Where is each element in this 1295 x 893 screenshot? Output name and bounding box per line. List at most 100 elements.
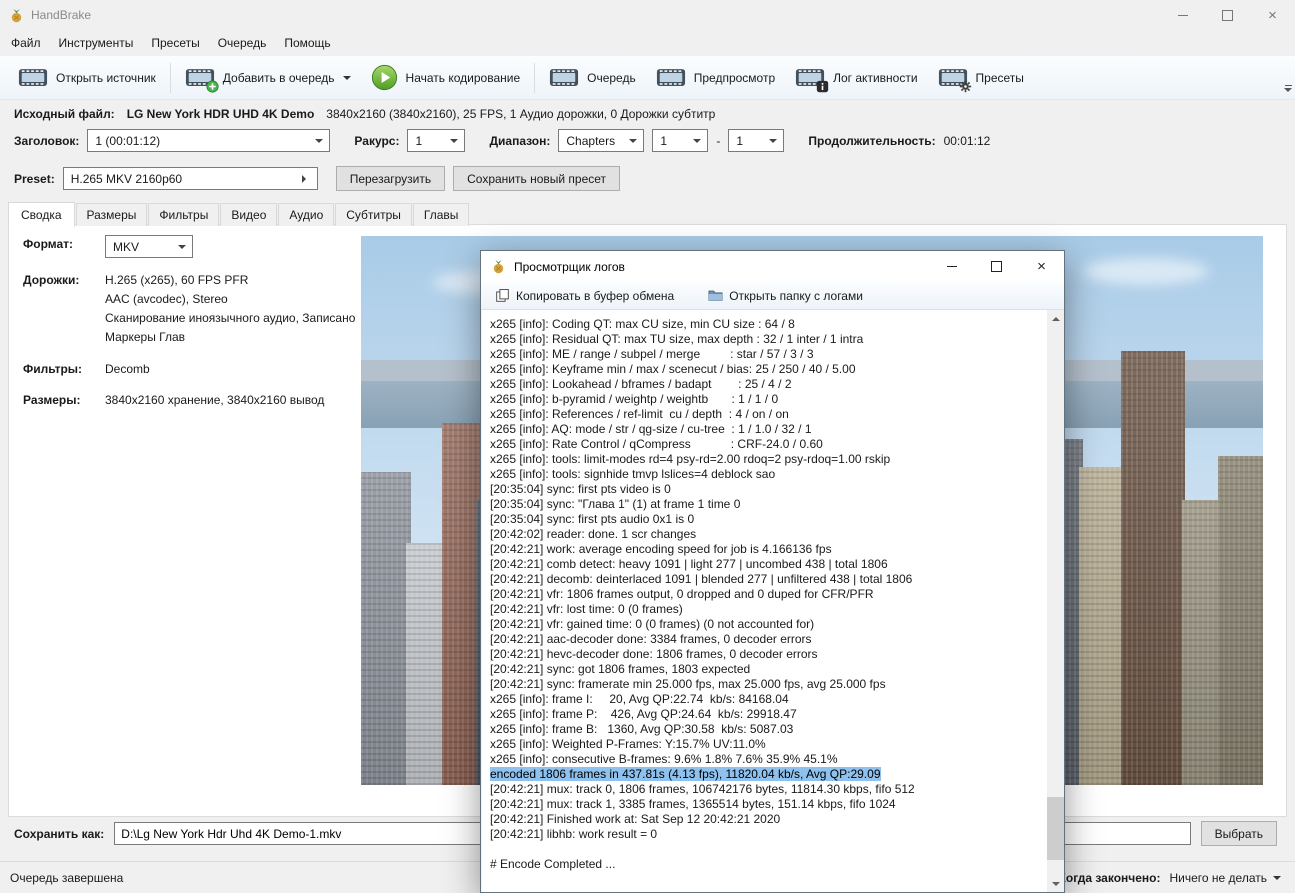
browse-button[interactable]: Выбрать <box>1201 821 1277 846</box>
chevron-right-icon <box>302 175 310 183</box>
log-line-35 <box>490 842 1042 857</box>
log-maximize-button[interactable] <box>974 251 1019 282</box>
range-to-value: 1 <box>736 134 743 148</box>
preview-button[interactable]: Предпросмотр <box>646 61 785 94</box>
range-from-select[interactable]: 1 <box>652 129 708 152</box>
log-line-27: x265 [info]: frame B: 1360, Avg QP:30.58… <box>490 722 1042 737</box>
log-line-20: [20:42:21] vfr: gained time: 0 (0 frames… <box>490 617 1042 632</box>
presets-button[interactable]: Пресеты <box>928 61 1034 94</box>
start-encode-label: Начать кодирование <box>406 71 521 85</box>
scroll-up-arrow[interactable] <box>1047 310 1064 327</box>
preview-label: Предпросмотр <box>694 71 775 85</box>
open-folder-label: Открыть папку с логами <box>729 289 863 303</box>
range-label: Диапазон: <box>489 134 550 148</box>
log-line-1: x265 [info]: Residual QT: max TU size, m… <box>490 332 1042 347</box>
chevron-down-icon <box>343 76 351 84</box>
angle-label: Ракурс: <box>354 134 399 148</box>
activity-log-button[interactable]: Лог активности <box>785 61 927 94</box>
log-line-25: x265 [info]: frame I: 20, Avg QP:22.74 k… <box>490 692 1042 707</box>
log-selected-text: encoded 1806 frames in 437.81s (4.13 fps… <box>490 767 881 781</box>
track-line-1: AAC (avcodec), Stereo <box>105 290 355 309</box>
save-as-label: Сохранить как: <box>14 827 104 841</box>
track-line-3: Маркеры Глав <box>105 328 355 347</box>
log-toolbar: Копировать в буфер обмена Открыть папку … <box>481 282 1064 310</box>
log-line-29: x265 [info]: consecutive B-frames: 9.6% … <box>490 752 1042 767</box>
chevron-down-icon <box>769 139 777 147</box>
toolbar-separator <box>534 63 535 93</box>
preset-select[interactable]: H.265 MKV 2160p60 <box>63 167 318 190</box>
dimensions-label: Размеры: <box>23 391 105 409</box>
window-title: HandBrake <box>31 8 91 22</box>
log-close-button[interactable]: × <box>1019 251 1064 282</box>
log-window-controls: × <box>929 251 1064 282</box>
log-viewer-window: Просмотрщик логов × Копировать в буфер о… <box>480 250 1065 893</box>
log-line-19: [20:42:21] vfr: lost time: 0 (0 frames) <box>490 602 1042 617</box>
log-line-31: [20:42:21] mux: track 0, 1806 frames, 10… <box>490 782 1042 797</box>
log-minimize-button[interactable] <box>929 251 974 282</box>
building <box>1218 456 1263 785</box>
log-line-5: x265 [info]: b-pyramid / weightp / weigh… <box>490 392 1042 407</box>
range-to-select[interactable]: 1 <box>728 129 784 152</box>
copy-to-clipboard-button[interactable]: Копировать в буфер обмена <box>491 286 678 305</box>
range-dash: - <box>716 134 720 148</box>
log-line-34: [20:42:21] libhb: work result = 0 <box>490 827 1042 842</box>
queue-button[interactable]: Очередь <box>539 61 646 94</box>
angle-select[interactable]: 1 <box>407 129 465 152</box>
dimensions-value: 3840x2160 хранение, 3840x2160 вывод <box>105 391 324 409</box>
reload-preset-button[interactable]: Перезагрузить <box>336 166 445 191</box>
tab-3[interactable]: Видео <box>220 203 277 226</box>
title-label: Заголовок: <box>14 134 79 148</box>
log-text[interactable]: x265 [info]: Coding QT: max CU size, min… <box>482 310 1046 892</box>
when-done-group: Когда закончено: Ничего не делать <box>1059 871 1285 885</box>
menu-item-2[interactable]: Пресеты <box>142 30 208 56</box>
tab-2[interactable]: Фильтры <box>148 203 219 226</box>
tab-0[interactable]: Сводка <box>8 202 75 227</box>
log-title-bar[interactable]: Просмотрщик логов × <box>481 251 1064 282</box>
when-done-label: Когда закончено: <box>1059 871 1161 885</box>
format-select[interactable]: MKV <box>105 235 193 258</box>
open-log-folder-button[interactable]: Открыть папку с логами <box>704 286 867 305</box>
when-done-dropdown[interactable]: Ничего не делать <box>1170 871 1282 885</box>
status-text: Очередь завершена <box>10 871 123 885</box>
building <box>442 423 480 785</box>
log-line-4: x265 [info]: Lookahead / bframes / badap… <box>490 377 1042 392</box>
track-line-2: Сканирование иноязычного аудио, Записано <box>105 309 355 328</box>
tab-4[interactable]: Аудио <box>278 203 334 226</box>
title-row: Заголовок: 1 (00:01:12) Ракурс: 1 Диапаз… <box>14 129 990 152</box>
add-to-queue-button[interactable]: Добавить в очередь <box>175 61 361 94</box>
tab-6[interactable]: Главы <box>413 203 470 226</box>
queue-label: Очередь <box>587 71 636 85</box>
range-type-select[interactable]: Chapters <box>558 129 644 152</box>
log-line-17: [20:42:21] decomb: deinterlaced 1091 | b… <box>490 572 1042 587</box>
start-encode-button[interactable]: Начать кодирование <box>361 59 531 96</box>
handbrake-logo-icon <box>9 8 24 23</box>
menu-bar: ФайлИнструментыПресетыОчередьПомощь <box>0 30 1295 56</box>
open-source-label: Открыть источник <box>56 71 156 85</box>
range-from-value: 1 <box>660 134 667 148</box>
main-toolbar: Открыть источник Добавить в очередь Нача… <box>0 56 1295 100</box>
menu-item-1[interactable]: Инструменты <box>50 30 143 56</box>
format-select-value: MKV <box>113 238 139 256</box>
tab-5[interactable]: Субтитры <box>335 203 412 226</box>
scroll-down-arrow[interactable] <box>1047 875 1064 892</box>
log-line-10: x265 [info]: tools: signhide tmvp lslice… <box>490 467 1042 482</box>
tracks-label: Дорожки: <box>23 271 105 347</box>
maximize-button[interactable] <box>1205 0 1250 30</box>
log-line-30: encoded 1806 frames in 437.81s (4.13 fps… <box>490 767 1042 782</box>
tab-1[interactable]: Размеры <box>76 203 148 226</box>
log-scrollbar[interactable] <box>1047 310 1064 892</box>
menu-item-0[interactable]: Файл <box>2 30 50 56</box>
duration-value: 00:01:12 <box>944 134 991 148</box>
close-button[interactable]: × <box>1250 0 1295 30</box>
minimize-button[interactable] <box>1160 0 1205 30</box>
toolbar-overflow-chevron[interactable] <box>1284 85 1292 96</box>
title-bar[interactable]: HandBrake × <box>0 0 1295 30</box>
title-select[interactable]: 1 (00:01:12) <box>87 129 330 152</box>
play-icon <box>371 64 398 91</box>
scrollbar-thumb[interactable] <box>1047 797 1064 860</box>
menu-item-4[interactable]: Помощь <box>275 30 339 56</box>
open-source-button[interactable]: Открыть источник <box>8 61 166 94</box>
menu-item-3[interactable]: Очередь <box>209 30 276 56</box>
tab-bar: СводкаРазмерыФильтрыВидеоАудиоСубтитрыГл… <box>8 203 470 226</box>
save-new-preset-button[interactable]: Сохранить новый пресет <box>453 166 620 191</box>
